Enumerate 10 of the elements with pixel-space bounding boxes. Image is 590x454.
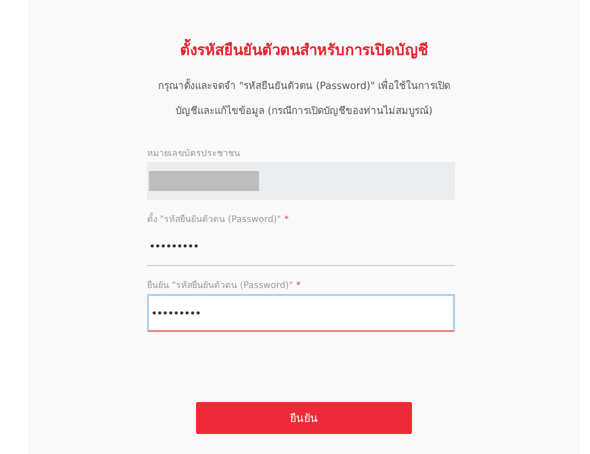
confirm-button[interactable]: ยืนยัน xyxy=(196,402,412,434)
field-label: หมายเลขบัตรประชาชน xyxy=(147,148,240,160)
password-field[interactable]: ••••••••• xyxy=(147,294,455,332)
field-label: ตั้ง "รหัสยืนยันตัวตน (Password)" xyxy=(147,212,282,226)
required-mark: * xyxy=(296,281,301,291)
required-mark: * xyxy=(284,215,289,225)
instruction-text: กรุณาตั้งและจดจำ "รหัสยืนยันตัวตน (Password)" เพื่อใช้ในการเปิดบัญชีและแก้ไขข้อมูล (กรณีการเปิดบัญชีของท่านไม่สมบูรณ์) xyxy=(154,74,454,124)
password-field[interactable]: ••••••••• xyxy=(147,228,455,266)
page-title: ตั้งรหัสยืนยันตัวตนสำหรับการเปิดบัญชี xyxy=(180,38,428,62)
field-label: ยืนยัน "รหัสยืนยันตัวตน (Password)" xyxy=(147,280,294,292)
